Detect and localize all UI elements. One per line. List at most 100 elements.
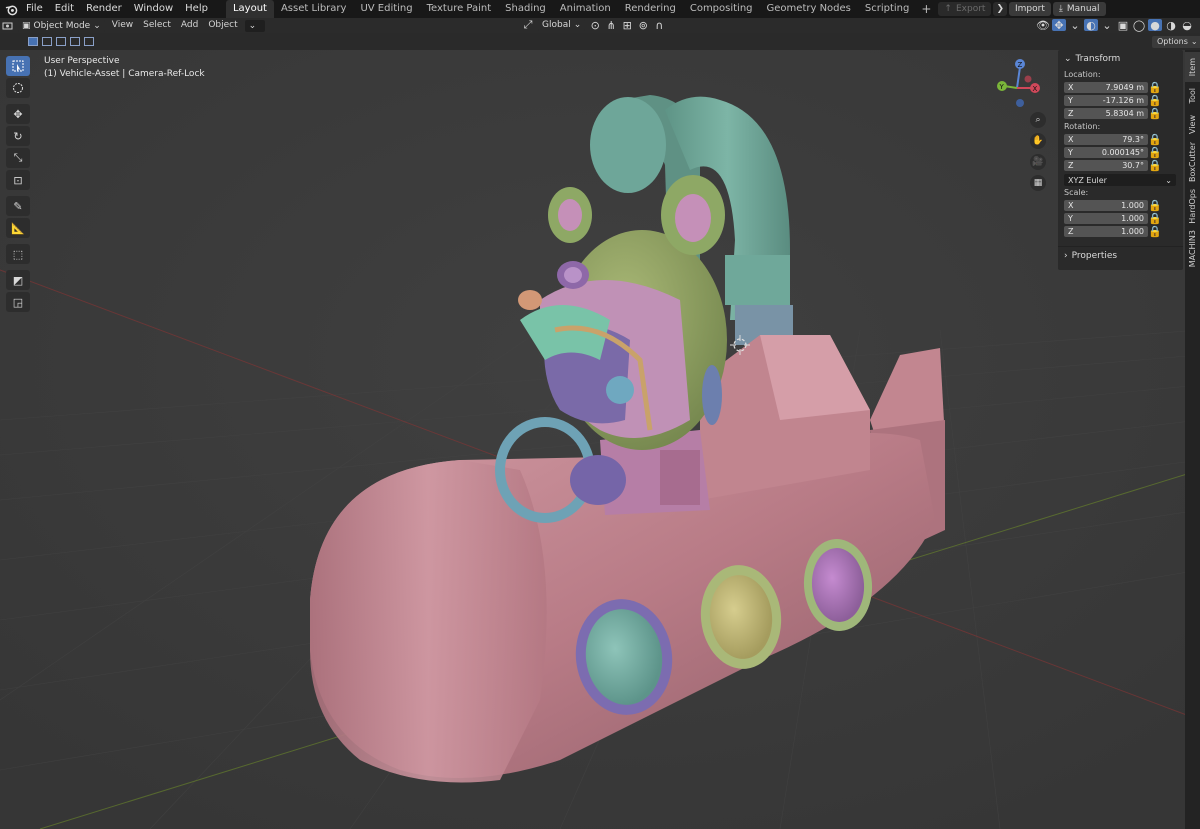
select-extend-icon[interactable] [42, 37, 52, 46]
chevron-down-icon: ⌄ [1190, 37, 1198, 46]
rotation-mode-dropdown[interactable]: XYZ Euler ⌄ [1064, 174, 1176, 186]
add-workspace-button[interactable]: + [916, 2, 936, 16]
menu-file[interactable]: File [20, 0, 49, 18]
transform-tool-icon[interactable]: ⊡ [6, 170, 30, 190]
tab-layout[interactable]: Layout [225, 0, 274, 18]
tab-rendering[interactable]: Rendering [618, 0, 683, 18]
menu-edit[interactable]: Edit [49, 0, 80, 18]
navigation-gizmo[interactable]: Z X Y [990, 55, 1045, 115]
lock-icon[interactable]: 🔒 [1148, 225, 1162, 238]
cursor-tool-icon[interactable] [6, 78, 30, 98]
select-invert-icon[interactable] [70, 37, 80, 46]
pivot-icon[interactable]: ⊙ [588, 19, 602, 32]
tab-scripting[interactable]: Scripting [858, 0, 916, 18]
tab-compositing[interactable]: Compositing [683, 0, 760, 18]
proportional-edit-icon[interactable]: ⊚ [636, 19, 650, 32]
menu-window[interactable]: Window [128, 0, 179, 18]
lock-icon[interactable]: 🔒 [1148, 212, 1162, 225]
rotate-tool-icon[interactable]: ↻ [6, 126, 30, 146]
location-x-field[interactable]: X 7.9049 m [1064, 82, 1148, 93]
solid-shading-icon[interactable]: ● [1148, 19, 1162, 32]
overlay-toggle-icon[interactable]: ◐ [1084, 19, 1098, 32]
visibility-icon[interactable]: 👁 [1036, 19, 1050, 32]
menu-add[interactable]: Add [176, 18, 203, 33]
tab-geometry-nodes[interactable]: Geometry Nodes [760, 0, 858, 18]
axis-label: Y [1068, 148, 1073, 157]
rotation-x-field[interactable]: X 79.3° [1064, 134, 1148, 145]
export-button[interactable]: ↑ Export [938, 2, 992, 16]
sidebar-tab-tool[interactable]: Tool [1185, 84, 1200, 108]
measure-tool-icon[interactable]: 📐 [6, 218, 30, 238]
extra-dropdown[interactable]: ⌄ [244, 19, 265, 32]
select-subtract-icon[interactable] [56, 37, 66, 46]
lock-icon[interactable]: 🔒 [1148, 146, 1162, 159]
zoom-icon[interactable]: ⌕ [1030, 112, 1046, 128]
add-cube-tool-icon[interactable]: ⬚ [6, 244, 30, 264]
overlay-dropdown-icon[interactable]: ⌄ [1100, 19, 1114, 32]
lock-icon[interactable]: 🔒 [1148, 94, 1162, 107]
lock-icon[interactable]: 🔒 [1148, 81, 1162, 94]
wireframe-shading-icon[interactable]: ◯ [1132, 19, 1146, 32]
tab-shading[interactable]: Shading [498, 0, 553, 18]
sidebar-tab-boxcutter[interactable]: BoxCutter [1185, 140, 1200, 184]
lock-icon[interactable]: 🔒 [1148, 199, 1162, 212]
falloff-icon[interactable]: ∩ [652, 19, 666, 32]
scale-z-field[interactable]: Z 1.000 [1064, 226, 1148, 237]
pan-hand-icon[interactable]: ✋ [1030, 133, 1046, 149]
object-mode-dropdown[interactable]: ▣ Object Mode ⌄ [18, 19, 105, 32]
select-new-icon[interactable] [28, 37, 38, 46]
editor-type-icon[interactable] [1, 20, 15, 32]
select-box-tool-icon[interactable] [6, 56, 30, 76]
select-intersect-icon[interactable] [84, 37, 94, 46]
properties-panel-header[interactable]: › Properties [1058, 246, 1183, 264]
rotation-z-field[interactable]: Z 30.7° [1064, 160, 1148, 171]
camera-view-icon[interactable]: 🎥 [1030, 154, 1046, 170]
menu-object[interactable]: Object [203, 18, 242, 33]
import-label: Import [1014, 4, 1045, 14]
scale-tool-icon[interactable]: ⤡ [6, 148, 30, 168]
lock-icon[interactable]: 🔒 [1148, 159, 1162, 172]
lock-icon[interactable]: 🔒 [1148, 133, 1162, 146]
move-tool-icon[interactable]: ✥ [6, 104, 30, 124]
location-z-field[interactable]: Z 5.8304 m [1064, 108, 1148, 119]
axis-label: X [1068, 83, 1074, 92]
shading-dropdown-icon[interactable]: ⌄ [1196, 19, 1200, 32]
sidebar-tab-machin3[interactable]: MACHIN3 [1185, 228, 1200, 270]
tab-texture-paint[interactable]: Texture Paint [420, 0, 499, 18]
hardops-tool-icon[interactable]: ◲ [6, 292, 30, 312]
ortho-grid-icon[interactable]: ▦ [1030, 175, 1046, 191]
lock-icon[interactable]: 🔒 [1148, 107, 1162, 120]
menu-render[interactable]: Render [80, 0, 128, 18]
options-dropdown[interactable]: Options ⌄ [1152, 36, 1200, 48]
scale-y-field[interactable]: Y 1.000 [1064, 213, 1148, 224]
orientation-dropdown[interactable]: Global ⌄ [538, 19, 586, 31]
xray-icon[interactable]: ▣ [1116, 19, 1130, 32]
material-shading-icon[interactable]: ◑ [1164, 19, 1178, 32]
menu-select[interactable]: Select [138, 18, 176, 33]
rotation-y-field[interactable]: Y 0.000145° [1064, 147, 1148, 158]
boxcutter-tool-icon[interactable]: ◩ [6, 270, 30, 290]
gizmo-toggle-icon[interactable]: ✥ [1052, 19, 1066, 32]
snap-icon[interactable]: ⋔ [604, 19, 618, 32]
tab-label: Item [1188, 57, 1197, 77]
scale-x-field[interactable]: X 1.000 [1064, 200, 1148, 211]
sidebar-tab-item[interactable]: Item [1185, 52, 1200, 82]
location-y-field[interactable]: Y -17.126 m [1064, 95, 1148, 106]
menu-help[interactable]: Help [179, 0, 214, 18]
tab-uv-editing[interactable]: UV Editing [353, 0, 419, 18]
transform-panel-header[interactable]: ⌄ Transform [1058, 50, 1183, 68]
sidebar-tab-hardops[interactable]: HardOps [1185, 186, 1200, 226]
tab-asset-library[interactable]: Asset Library [274, 0, 353, 18]
blender-logo-icon[interactable] [2, 0, 20, 18]
3d-viewport[interactable]: User Perspective (1) Vehicle-Asset | Cam… [0, 50, 1200, 829]
snap-target-icon[interactable]: ⊞ [620, 19, 634, 32]
sidebar-tab-view[interactable]: View [1185, 110, 1200, 138]
tab-label: BoxCutter [1188, 141, 1197, 182]
annotate-tool-icon[interactable]: ✎ [6, 196, 30, 216]
manual-button[interactable]: ⤓ Manual [1052, 2, 1106, 16]
gizmo-dropdown-icon[interactable]: ⌄ [1068, 19, 1082, 32]
import-button[interactable]: Import [1008, 2, 1051, 16]
rendered-shading-icon[interactable]: ◒ [1180, 19, 1194, 32]
tab-animation[interactable]: Animation [553, 0, 618, 18]
menu-view[interactable]: View [107, 18, 138, 33]
